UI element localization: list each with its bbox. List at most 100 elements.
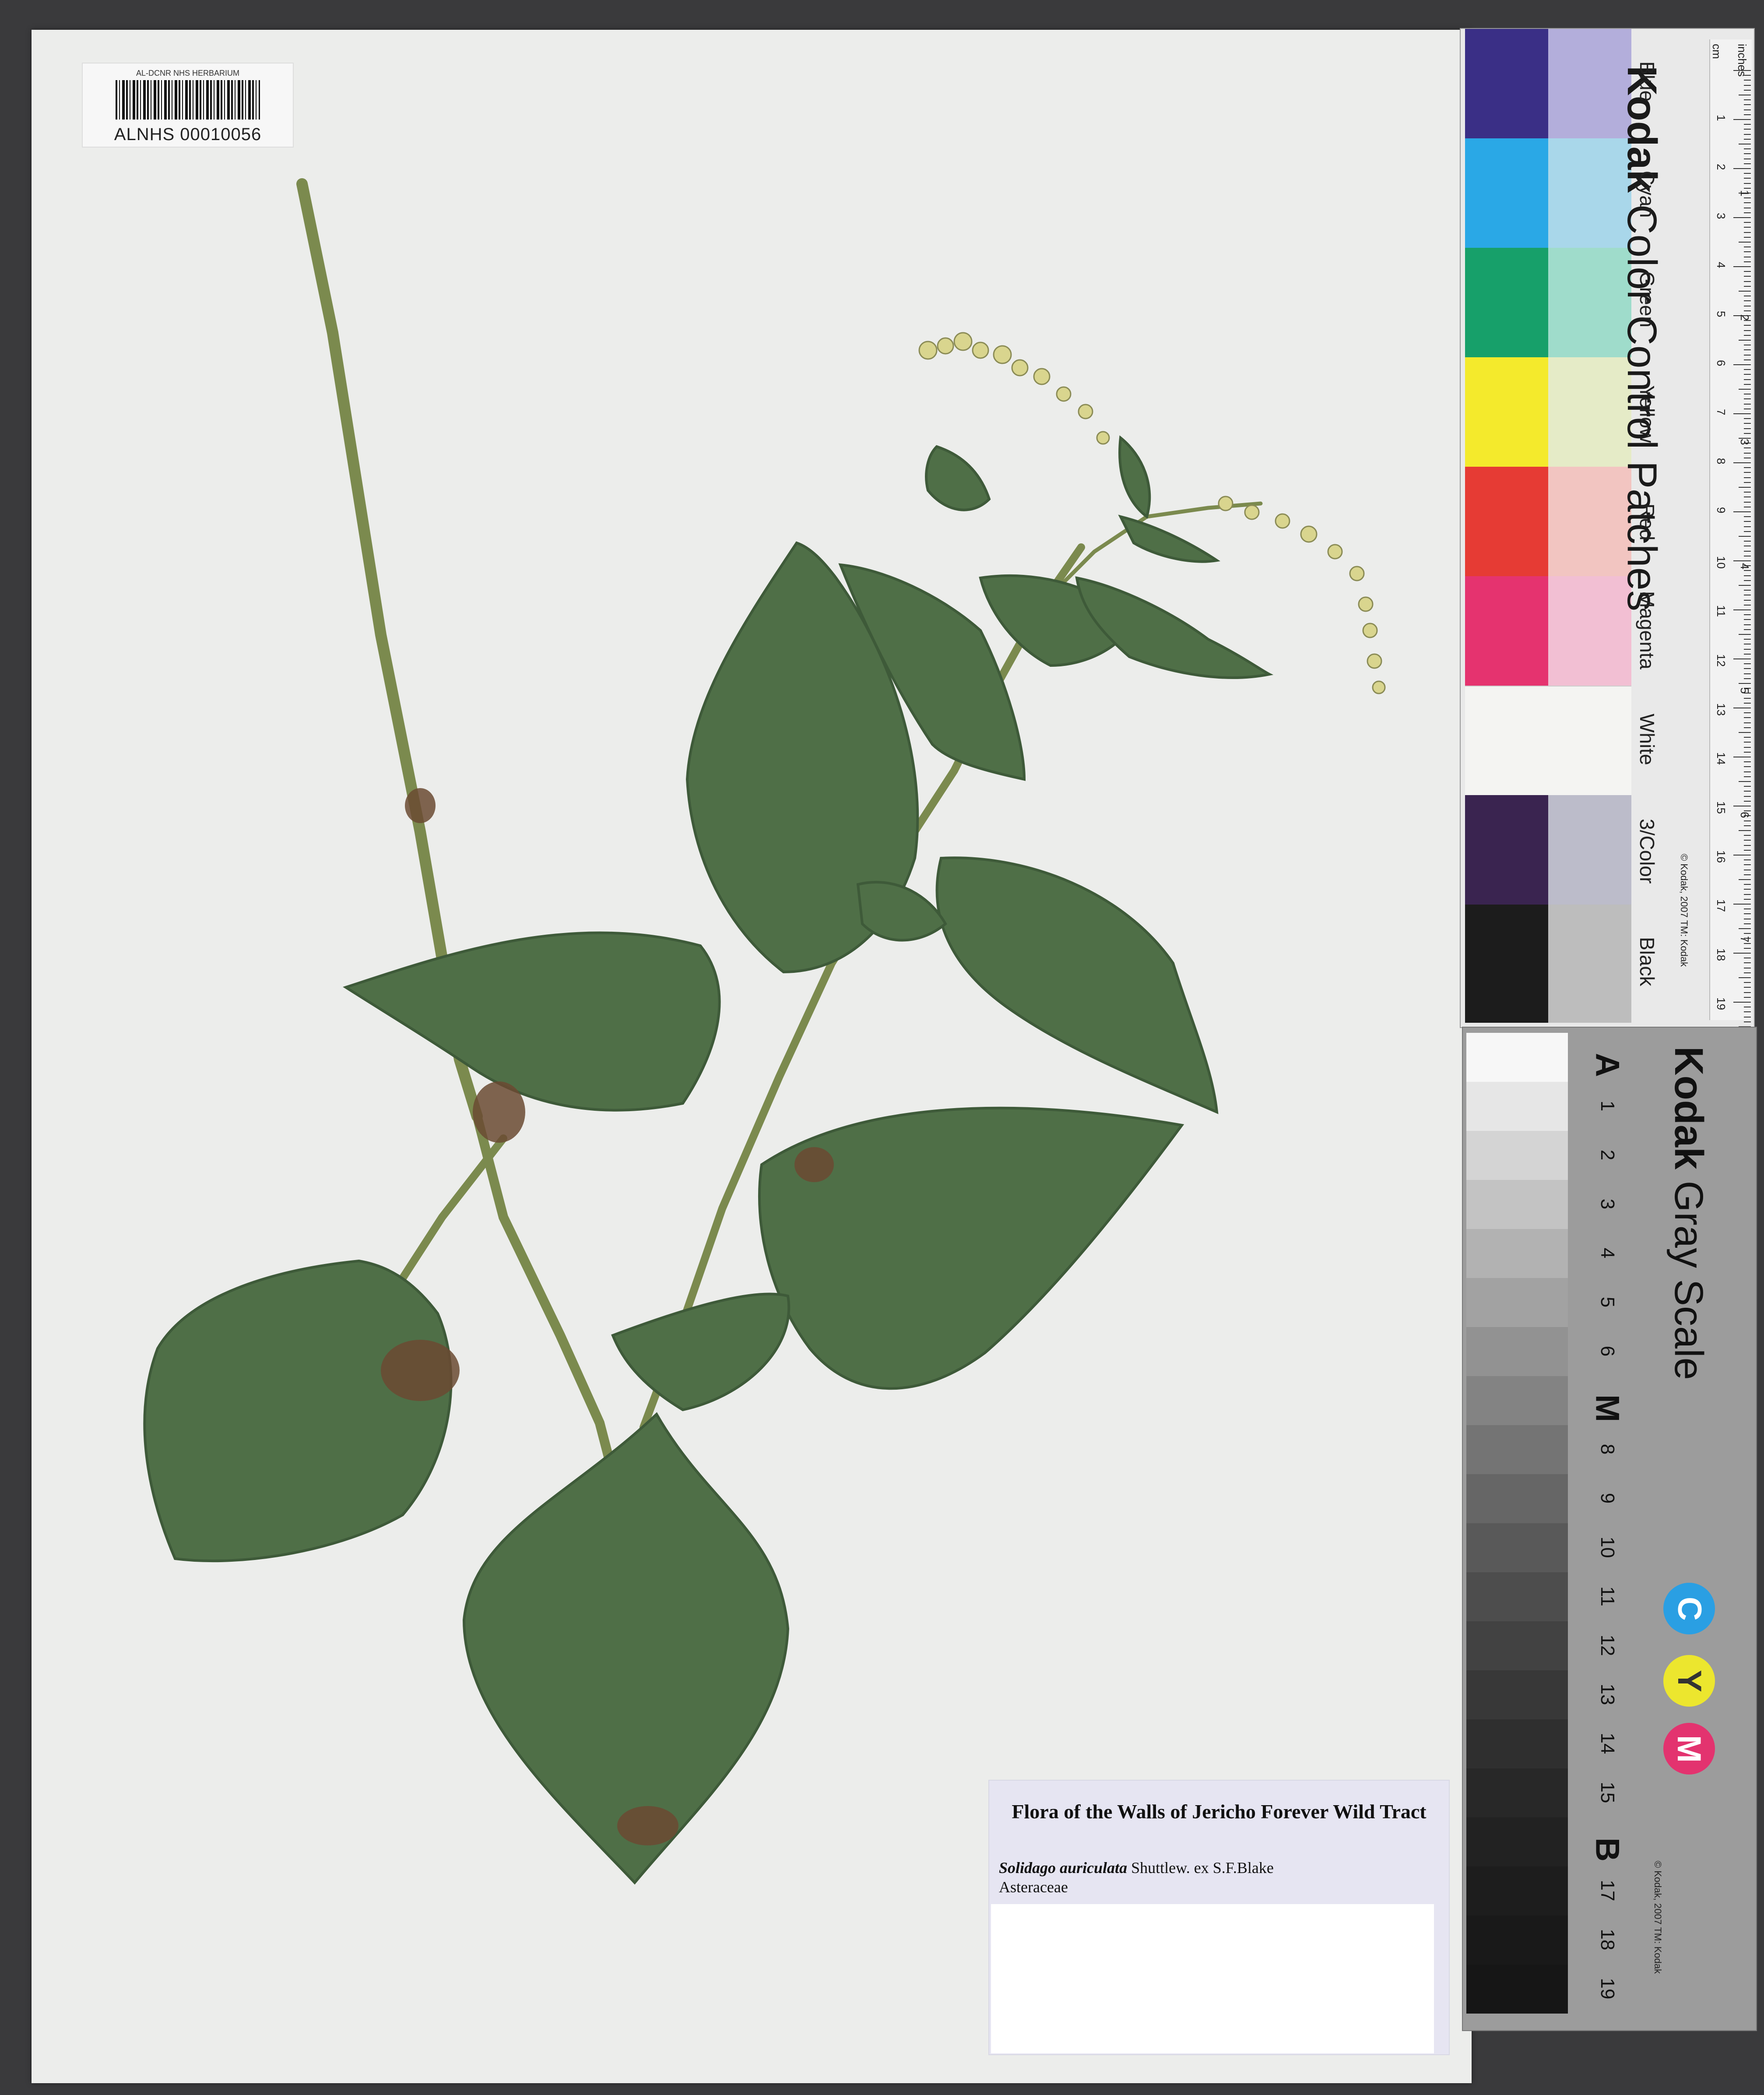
- ruler-tick: [1744, 845, 1751, 846]
- ruler-tick: [1744, 820, 1751, 821]
- ruler-tick: [1744, 913, 1751, 915]
- ruler-tick: [1744, 227, 1751, 228]
- ruler-tick: [1744, 374, 1751, 375]
- ruler-tick: [1744, 281, 1751, 282]
- ruler-tick: [1744, 982, 1751, 983]
- ruler-tick: [1744, 349, 1751, 351]
- ruler-tick: [1744, 325, 1751, 326]
- ruler-inch-label: 4: [1738, 563, 1751, 570]
- ruler-tick: [1744, 864, 1751, 866]
- ruler-tick: [1744, 384, 1751, 385]
- ruler-inch-label: 5: [1738, 687, 1751, 694]
- ruler-tick: [1739, 242, 1751, 243]
- ruler-tick: [1744, 702, 1751, 704]
- ruler-tick: [1744, 614, 1751, 616]
- ruler-cm-label: 9: [1715, 507, 1728, 514]
- gray-step-patch: [1466, 1572, 1568, 1621]
- label-taxon: Solidago auriculata: [999, 1859, 1128, 1877]
- ruler-tick: [1739, 732, 1751, 733]
- gray-step-patch: [1466, 1621, 1568, 1670]
- ruler-tick: [1744, 987, 1751, 988]
- gray-step-label: 4: [1597, 1247, 1618, 1259]
- ruler-tick: [1744, 972, 1751, 973]
- ruler-tick: [1744, 712, 1751, 714]
- ruler-tick: [1744, 810, 1751, 812]
- ruler-tick: [1739, 977, 1751, 978]
- ruler-tick: [1744, 599, 1751, 601]
- ruler-inch-label: 6: [1738, 812, 1751, 818]
- gray-step-patch: [1466, 1474, 1568, 1523]
- ruler-tick: [1744, 369, 1751, 370]
- ruler-tick: [1744, 962, 1751, 964]
- ruler-tick: [1744, 452, 1751, 454]
- gray-step-label: 12: [1597, 1634, 1618, 1656]
- gray-scale-title-text: Gray Scale: [1666, 1180, 1711, 1380]
- cyan-registration-circle: C: [1663, 1583, 1715, 1634]
- ruler-tick: [1744, 835, 1751, 836]
- gray-step-patch: [1466, 1817, 1568, 1866]
- label-scientific-name: Solidago auriculata Shuttlew. ex S.F.Bla…: [999, 1859, 1274, 1877]
- ruler-tick: [1744, 943, 1751, 944]
- ruler-tick: [1733, 413, 1751, 414]
- gray-step-patch: [1466, 1670, 1568, 1719]
- gray-step-label: 5: [1597, 1296, 1618, 1308]
- ruler-tick: [1744, 134, 1751, 135]
- ruler-tick: [1733, 1002, 1751, 1003]
- ruler-tick: [1744, 271, 1751, 272]
- ruler-tick: [1744, 183, 1751, 184]
- ruler-tick: [1744, 541, 1751, 542]
- ruler-tick: [1744, 163, 1751, 164]
- patch-label-blue: Blue: [1636, 61, 1659, 102]
- ruler-tick: [1744, 668, 1751, 669]
- ruler-tick: [1744, 236, 1751, 238]
- gray-step-label: 2: [1597, 1149, 1618, 1161]
- gray-step-patch: [1466, 1327, 1568, 1376]
- gray-step-patch: [1466, 1229, 1568, 1278]
- ruler-tick: [1744, 531, 1751, 532]
- ruler-tick: [1739, 340, 1751, 341]
- ruler-tick: [1744, 75, 1751, 76]
- ruler-unit-cm: cm: [1710, 44, 1723, 59]
- color-patch-black-light: [1548, 905, 1631, 1023]
- ruler-cm-label: 11: [1715, 605, 1728, 617]
- ruler-tick: [1744, 251, 1751, 253]
- label-blank-area: [991, 1904, 1434, 2053]
- gray-step-patch: [1466, 1425, 1568, 1474]
- ruler-tick: [1744, 447, 1751, 449]
- gray-step-patch: [1466, 1915, 1568, 1965]
- patch-label-3color: 3/Color: [1636, 819, 1659, 884]
- yellow-registration-circle: Y: [1663, 1655, 1715, 1707]
- ruler-tick: [1744, 109, 1751, 110]
- ruler-tick: [1744, 776, 1751, 777]
- ruler-tick: [1744, 796, 1751, 797]
- leaves: [143, 435, 1274, 1885]
- ruler-tick: [1744, 673, 1751, 674]
- ruler-tick: [1744, 653, 1751, 655]
- ruler-tick: [1739, 487, 1751, 488]
- ruler-tick: [1733, 70, 1751, 71]
- gray-step-patch: [1466, 1719, 1568, 1768]
- gray-step-label: 9: [1597, 1493, 1618, 1504]
- ruler-cm-label: 14: [1715, 752, 1728, 765]
- ruler-tick: [1744, 737, 1751, 738]
- ruler-tick: [1744, 222, 1751, 223]
- ruler-tick: [1744, 516, 1751, 518]
- ruler-tick: [1744, 379, 1751, 380]
- ruler-tick: [1744, 1016, 1751, 1018]
- gray-step-patch: [1466, 1523, 1568, 1572]
- gray-step-label: 18: [1597, 1929, 1618, 1951]
- ruler-tick: [1744, 496, 1751, 498]
- color-patch-white: [1465, 686, 1631, 797]
- ruler-tick: [1744, 580, 1751, 581]
- ruler-tick: [1744, 624, 1751, 625]
- patch-label-cyan: Cyan: [1636, 171, 1659, 218]
- ruler-tick: [1744, 178, 1751, 179]
- ruler-tick: [1744, 472, 1751, 473]
- ruler-tick: [1739, 830, 1751, 831]
- ruler-tick: [1744, 398, 1751, 400]
- gray-step-label: 14: [1597, 1732, 1618, 1754]
- ruler-tick: [1739, 781, 1751, 782]
- ruler-tick: [1744, 408, 1751, 409]
- ruler-tick: [1744, 771, 1751, 772]
- ruler-tick: [1744, 996, 1751, 998]
